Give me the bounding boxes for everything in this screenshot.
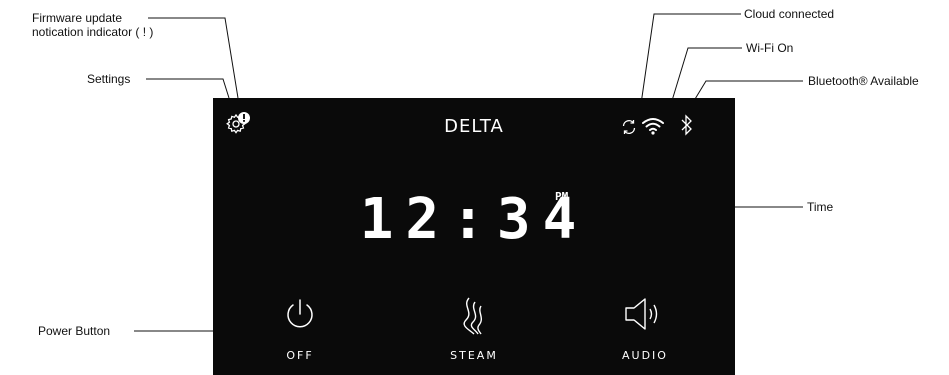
power-icon — [287, 299, 313, 328]
callout-power-label: Power Button — [38, 324, 111, 338]
callout-bluetooth-label: Bluetooth® Available — [808, 74, 919, 88]
callout-firmware-label: Firmware update notication indicator ( !… — [32, 11, 154, 39]
ampm-indicator: PM — [555, 190, 569, 203]
callout-cloud-label: Cloud connected — [744, 7, 835, 21]
audio-button-label: AUDIO — [622, 349, 668, 362]
sync-icon — [620, 118, 638, 136]
speaker-icon — [625, 298, 658, 330]
callout-wifi-label: Wi-Fi On — [746, 41, 794, 55]
wifi-icon — [641, 116, 665, 136]
device-screen: DELTA 12:34 PM OFF STEAM AUDIO — [213, 98, 735, 375]
steam-icon — [463, 297, 482, 335]
bluetooth-icon — [680, 114, 694, 136]
steam-button-label: STEAM — [450, 349, 498, 362]
power-button-label: OFF — [286, 349, 314, 362]
time-display: 12:34 — [359, 187, 589, 252]
steam-button[interactable]: STEAM — [419, 296, 529, 366]
power-button[interactable]: OFF — [245, 296, 355, 366]
callout-time-label: Time — [807, 200, 834, 214]
audio-button[interactable]: AUDIO — [590, 296, 700, 366]
callout-settings-label: Settings — [87, 72, 131, 86]
